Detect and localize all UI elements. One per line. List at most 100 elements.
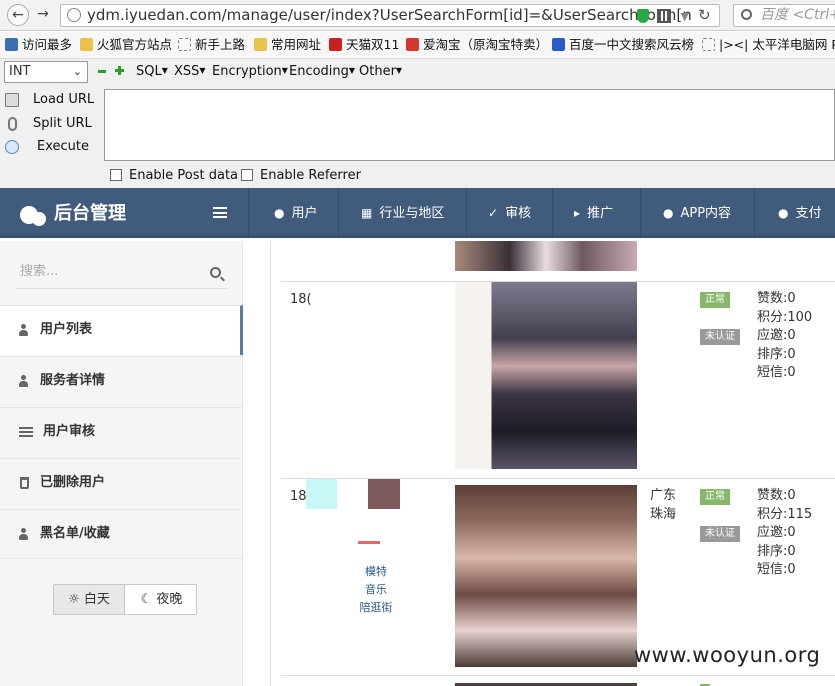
folder-icon [80, 38, 93, 51]
sidebar-item-provider-details[interactable]: 服务者详情 [0, 356, 243, 406]
stat-likes: 赞数:0 [757, 291, 796, 306]
nav-users[interactable]: ● 用户 [248, 188, 338, 238]
execute-button[interactable]: Execute [0, 137, 100, 159]
load-url-button[interactable]: Load URL [0, 90, 100, 112]
sidebar-item-label: 黑名单/收藏 [40, 526, 110, 541]
shield-icon[interactable] [637, 9, 649, 23]
tag-link[interactable]: 陪逛街 [351, 599, 401, 617]
qr-code-icon[interactable] [657, 9, 671, 23]
taobao-icon [406, 38, 419, 51]
user-photo[interactable] [455, 282, 637, 469]
action-label: Split URL [33, 116, 92, 131]
user-icon [18, 528, 29, 540]
bookmark-label: 访问最多 [22, 37, 73, 52]
app-logo[interactable]: 后台管理 [18, 201, 218, 227]
user-photo[interactable] [455, 485, 637, 667]
app-navbar: 后台管理 ● 用户 ▦ 行业与地区 ✓ 审核 ▸ 推广 ● APP内容 ● 支付 [0, 188, 835, 238]
theme-night-button[interactable]: ☾ 夜晚 [126, 585, 197, 614]
action-label: Load URL [33, 92, 95, 107]
menu-xss[interactable]: XSS▼ [174, 64, 206, 79]
search-icon[interactable] [210, 267, 221, 278]
baidu-icon [552, 38, 565, 51]
nav-app-content[interactable]: ● APP内容 [640, 188, 754, 238]
nav-promotion[interactable]: ▸ 推广 [552, 188, 640, 238]
scissors-icon [8, 117, 17, 131]
sidebar-item-label: 服务者详情 [40, 373, 106, 388]
menu-sql[interactable]: SQL▼ [136, 64, 168, 79]
decrease-icon[interactable] [98, 70, 106, 73]
sidebar-item-deleted-users[interactable]: 已删除用户 [0, 458, 243, 508]
nav-industry-region[interactable]: ▦ 行业与地区 [338, 188, 466, 238]
bookmark-item[interactable]: 访问最多 [5, 37, 72, 53]
increase-icon[interactable] [115, 66, 124, 75]
menu-icon[interactable] [213, 207, 227, 218]
browser-toolbar: ← → ydm.iyuedan.com/manage/user/index?Us… [0, 0, 835, 31]
stat-points: 积分:100 [757, 309, 813, 325]
color-swatch [306, 479, 337, 509]
checkbox-box[interactable] [110, 169, 122, 181]
search-icon [741, 9, 752, 20]
nav-label: 用户 [291, 206, 318, 221]
table-border [270, 241, 271, 686]
sidebar-item-user-list[interactable]: 用户列表 [0, 305, 243, 355]
bookmark-item[interactable]: 爱淘宝（原淘宝特卖） [406, 37, 548, 53]
enable-referrer-checkbox[interactable]: Enable Referrer [241, 168, 361, 183]
dropdown-arrow-icon: ▼ [395, 66, 403, 75]
nav-review[interactable]: ✓ 审核 [466, 188, 552, 238]
forward-button[interactable]: → [32, 4, 54, 26]
nav-label: APP内容 [680, 206, 732, 221]
url-bar[interactable]: ydm.iyuedan.com/manage/user/index?UserSe… [60, 4, 720, 27]
theme-day-button[interactable]: ☼ 白天 [54, 585, 125, 614]
nav-label: 支付 [795, 206, 822, 221]
split-url-button[interactable]: Split URL [0, 114, 100, 136]
chevron-down-icon: ⌄ [72, 65, 82, 78]
menu-label: Other [359, 64, 396, 79]
stat-sms: 短信:0 [757, 562, 796, 577]
nav-label: 推广 [587, 206, 614, 221]
reload-icon[interactable]: ↻ [698, 6, 711, 24]
bookmark-label: 天猫双11 [346, 37, 400, 52]
sidebar-item-blacklist[interactable]: 黑名单/收藏 [0, 509, 243, 559]
divider [358, 541, 380, 544]
sidebar-item-user-review[interactable]: 用户审核 [0, 407, 243, 457]
menu-label: XSS [174, 64, 200, 79]
tag-link[interactable]: 音乐 [351, 581, 401, 599]
menu-label: Encoding [289, 64, 349, 79]
url-textarea[interactable] [104, 89, 835, 161]
menu-other[interactable]: Other▼ [359, 64, 402, 79]
user-stats: 赞数:0 积分:115 应邀:0 排序:0 短信:0 [757, 487, 812, 580]
bookmark-item[interactable]: 百度一中文搜索风云榜 [552, 37, 694, 53]
bookmark-item[interactable]: |><| 太平洋电脑网 PC [702, 37, 835, 53]
bookmark-item[interactable]: 火狐官方站点 [80, 37, 172, 53]
stat-invites: 应邀:0 [757, 525, 796, 540]
table-row [281, 675, 835, 686]
enable-post-checkbox[interactable]: Enable Post data [110, 168, 238, 183]
nav-label: 行业与地区 [379, 206, 445, 221]
checkbox-box[interactable] [241, 169, 253, 181]
encoding-select[interactable]: INT ⌄ [4, 61, 88, 83]
page-icon [702, 38, 715, 51]
user-photo[interactable] [455, 241, 637, 271]
bookmark-item[interactable]: 常用网址 [254, 37, 321, 53]
bookmark-item[interactable]: 天猫双11 [329, 37, 399, 53]
url-text: ydm.iyuedan.com/manage/user/index?UserSe… [87, 6, 692, 24]
url-dropdown-icon[interactable]: ▼ [681, 6, 689, 26]
bookmark-label: 新手上路 [195, 37, 246, 52]
tmall-icon [329, 38, 342, 51]
menu-encoding[interactable]: Encoding▼ [289, 64, 355, 79]
bookmark-item[interactable]: 新手上路 [178, 37, 245, 53]
globe-icon [67, 8, 81, 22]
app-title: 后台管理 [54, 203, 126, 224]
menu-encryption[interactable]: Encryption▼ [212, 64, 288, 79]
user-icon: ● [274, 206, 285, 220]
back-button[interactable]: ← [7, 4, 29, 26]
tag-link[interactable]: 模特 [351, 563, 401, 581]
nav-payment[interactable]: ● 支付 [754, 188, 835, 238]
bookmark-label: |><| 太平洋电脑网 PC [719, 37, 835, 52]
auth-badge: 未认证 [700, 329, 740, 345]
table-row: 18( 正常 未认证 赞数:0 积分:100 应邀:0 排序:0 短信:0 [281, 281, 835, 478]
search-bar[interactable]: 百度 <Ctrl+K> [733, 4, 835, 27]
sidebar-search-input[interactable]: 搜索... [15, 259, 227, 289]
user-icon [18, 375, 29, 387]
status-badge: 正常 [700, 489, 730, 505]
